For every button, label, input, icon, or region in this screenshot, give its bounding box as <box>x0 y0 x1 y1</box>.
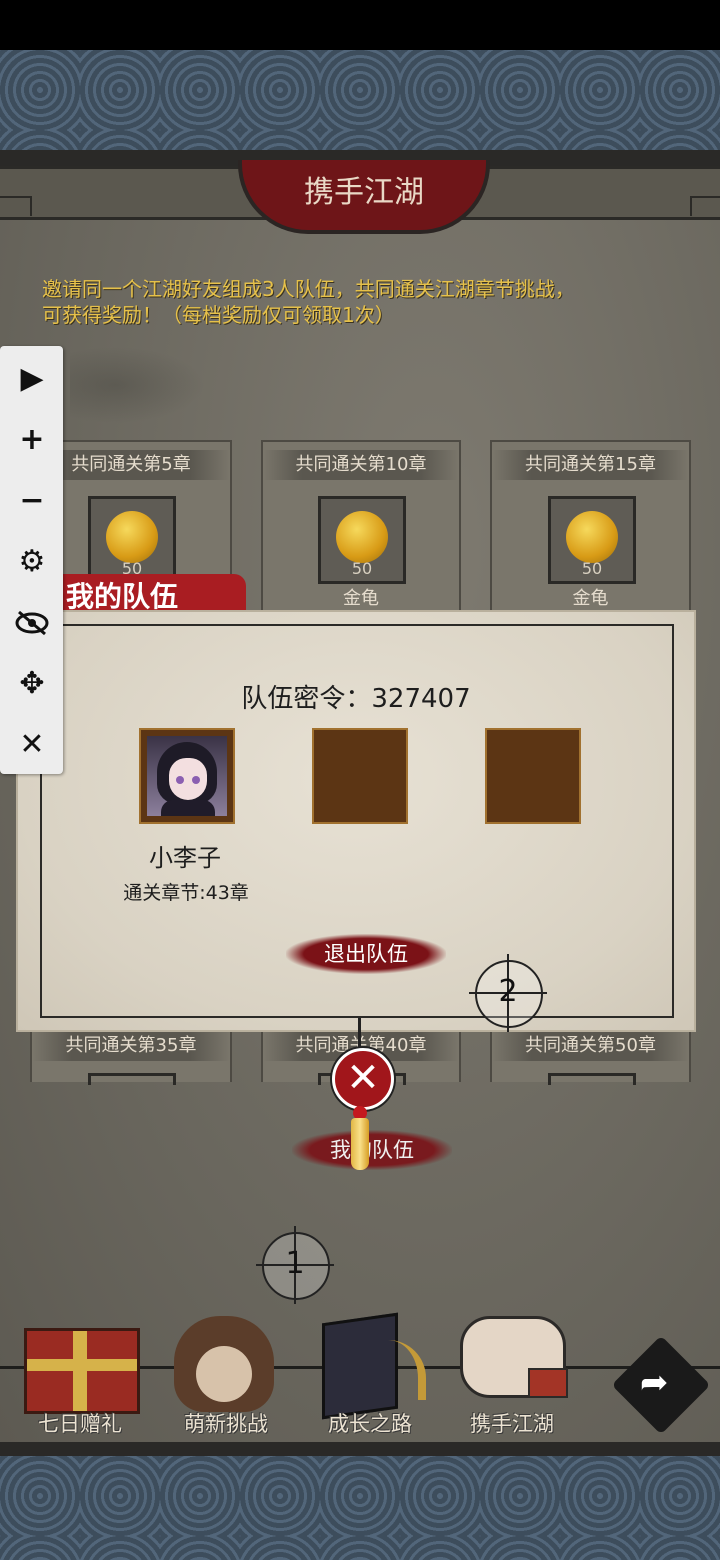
member-progress: 通关章节:43章 <box>123 882 249 904</box>
share-arrow-icon: ➦ <box>639 1362 669 1403</box>
gift-icon <box>24 1328 140 1414</box>
member-avatar <box>147 736 227 816</box>
page-title: 携手江湖 <box>238 160 490 234</box>
nav-newbie-challenge[interactable]: 萌新挑战 <box>156 1310 296 1440</box>
reward-card-10[interactable]: 共同通关第10章 50 金龟 <box>261 440 461 619</box>
top-pattern-band <box>0 50 720 150</box>
bamboo-decoration <box>70 340 220 430</box>
reward-title: 共同通关第50章 <box>492 1031 689 1061</box>
plus-icon[interactable]: + <box>0 409 64 470</box>
reward-qty: 50 <box>351 559 373 578</box>
team-code-label: 队伍密令： <box>241 684 372 714</box>
play-icon[interactable]: ▶ <box>0 348 64 409</box>
nav-seven-day-gift[interactable]: 七日赠礼 <box>10 1310 150 1440</box>
my-team-button[interactable]: 我的队伍 <box>292 1130 452 1170</box>
minus-icon[interactable]: − <box>0 470 64 531</box>
team-code: 队伍密令：327407 <box>18 678 694 715</box>
close-icon[interactable]: ✕ <box>0 714 64 775</box>
gold-turtle-icon <box>106 511 158 563</box>
intro-line-1: 邀请同一个江湖好友组成3人队伍，共同通关江湖章节挑战， <box>42 277 575 301</box>
corner-ornament-left <box>0 196 32 216</box>
gold-turtle-icon <box>336 511 388 563</box>
my-team-dialog: 队伍密令：327407 小李子 通关章节:43章 退出队伍 <box>18 612 694 1030</box>
reward-card-50[interactable]: 共同通关第50章 <box>490 1025 691 1085</box>
character-icon <box>174 1316 274 1412</box>
marker-1-label: 1 <box>285 1246 305 1281</box>
nav-label: 七日赠礼 <box>38 1412 122 1436</box>
marker-2[interactable]: 2 <box>469 954 547 1032</box>
reward-title: 共同通关第10章 <box>263 450 459 480</box>
reward-title: 共同通关第15章 <box>492 450 689 480</box>
close-dialog-button[interactable]: ✕ <box>332 1048 394 1110</box>
nav-label: 成长之路 <box>328 1412 412 1436</box>
reward-item-name: 金龟 <box>343 588 379 609</box>
reward-card-15[interactable]: 共同通关第15章 50 金龟 <box>490 440 691 619</box>
tassel-icon <box>351 1118 369 1170</box>
eye-off-icon[interactable] <box>0 592 64 653</box>
team-code-value: 327407 <box>371 684 471 714</box>
floating-toolbar: ▶ + − ⚙ ✥ ✕ <box>0 346 63 774</box>
member-slot-3-empty[interactable] <box>485 728 581 824</box>
close-x-icon: ✕ <box>346 1055 380 1101</box>
member-slot-1[interactable] <box>139 728 235 824</box>
marker-1[interactable]: 1 <box>256 1226 334 1304</box>
leave-team-button[interactable]: 退出队伍 <box>286 934 446 974</box>
member-slot-2-empty[interactable] <box>312 728 408 824</box>
reward-item-frame[interactable]: 50 <box>88 496 176 584</box>
reward-qty: 50 <box>581 559 603 578</box>
nav-label: 萌新挑战 <box>184 1412 268 1436</box>
gold-turtle-icon <box>566 511 618 563</box>
nav-growth-path[interactable]: 成长之路 <box>300 1310 440 1440</box>
marker-2-label: 2 <box>498 974 518 1009</box>
move-icon[interactable]: ✥ <box>0 653 64 714</box>
reward-item-frame[interactable]: 50 <box>318 496 406 584</box>
reward-title: 共同通关第35章 <box>32 1031 230 1061</box>
nav-label: 携手江湖 <box>470 1412 554 1436</box>
reward-card-35[interactable]: 共同通关第35章 <box>30 1025 232 1085</box>
gear-icon[interactable]: ⚙ <box>0 531 64 592</box>
corner-ornament-right <box>690 196 720 216</box>
book-icon <box>322 1312 398 1420</box>
intro-text: 邀请同一个江湖好友组成3人队伍，共同通关江湖章节挑战， 可获得奖励！（每档奖励仅… <box>42 276 702 328</box>
nav-together-jianghu[interactable]: 携手江湖 <box>442 1310 582 1440</box>
member-name: 小李子 <box>149 844 221 872</box>
intro-line-2: 可获得奖励！（每档奖励仅可领取1次） <box>42 303 395 327</box>
bottom-pattern-band <box>0 1456 720 1560</box>
dialog-string <box>358 1018 361 1052</box>
reward-item-name: 金龟 <box>572 588 609 609</box>
reward-item-frame[interactable]: 50 <box>548 496 636 584</box>
